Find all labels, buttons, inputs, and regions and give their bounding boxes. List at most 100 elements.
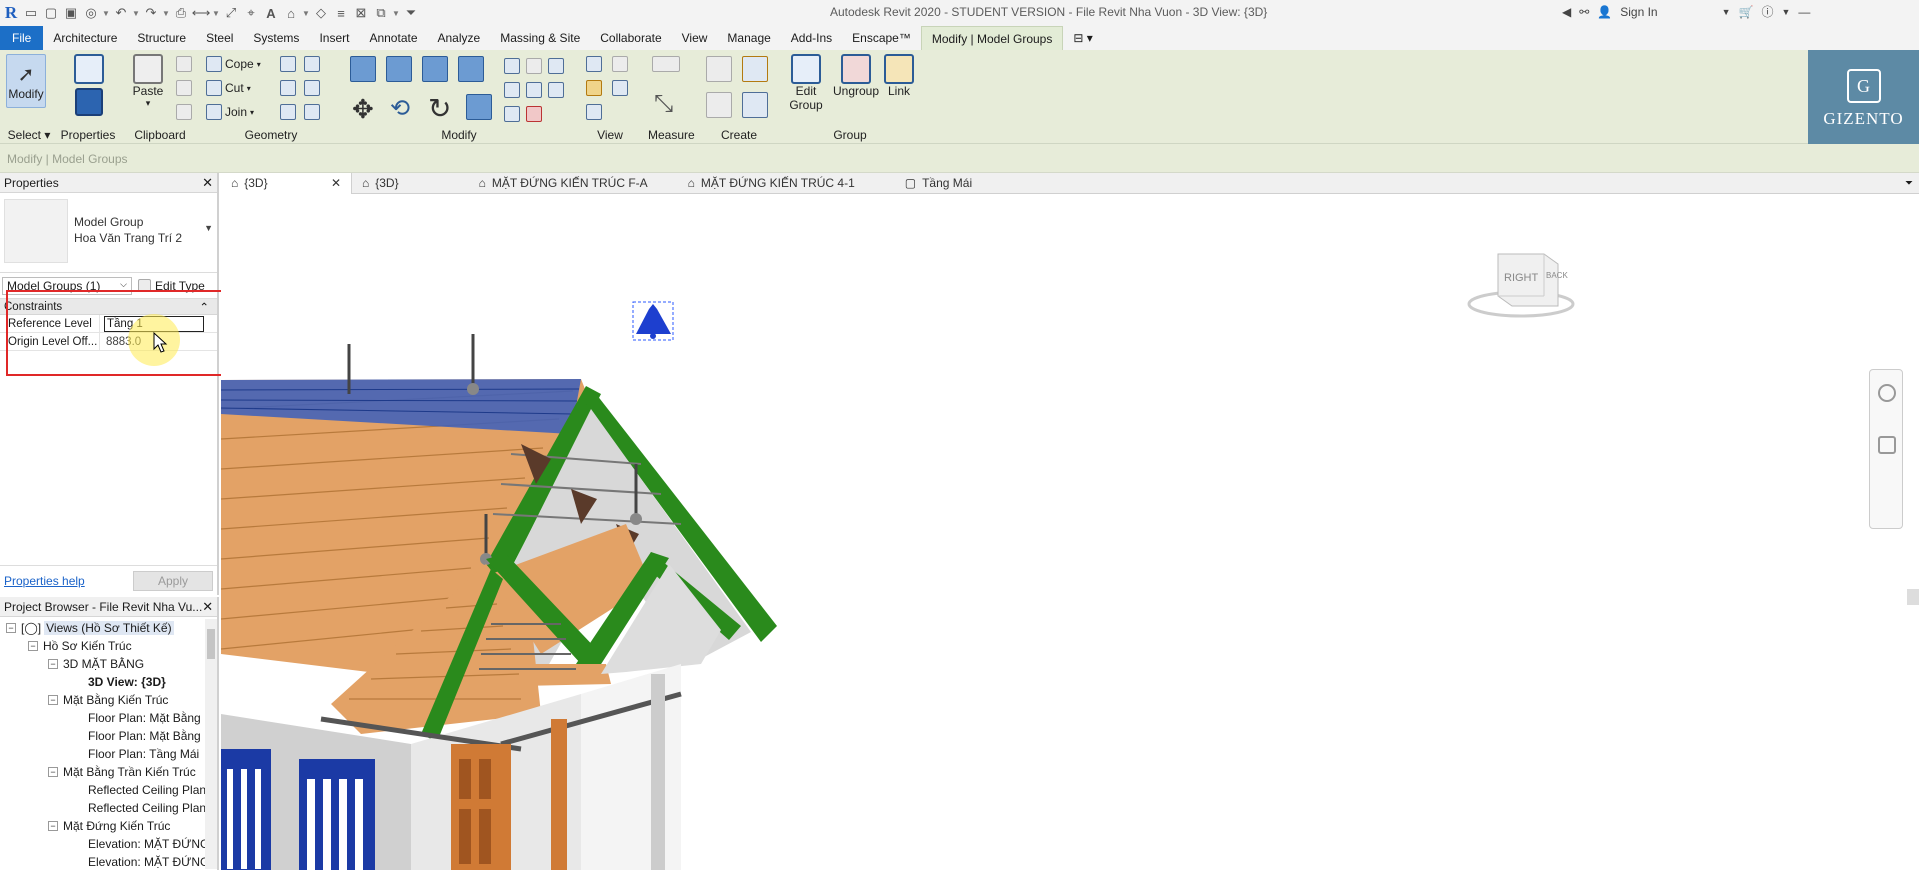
eraser-icon[interactable] bbox=[586, 104, 602, 120]
cut-geometry-button[interactable]: Cut ▾ bbox=[206, 78, 251, 98]
view-tab[interactable]: ⌂ MẶT ĐỨNG KIẾN TRÚC F-A bbox=[469, 173, 658, 194]
modify-button[interactable]: ➚ Modify bbox=[6, 54, 46, 108]
browser-node[interactable]: − Mặt Bằng Trần Kiến Trúc bbox=[0, 763, 217, 781]
browser-node[interactable]: Reflected Ceiling Plan bbox=[0, 781, 217, 799]
view-tab[interactable]: ⌂ MẶT ĐỨNG KIẾN TRÚC 4-1 bbox=[678, 173, 865, 194]
pin-icon[interactable] bbox=[526, 58, 542, 74]
trim-single-icon[interactable] bbox=[548, 58, 564, 74]
expand-toggle-icon[interactable]: − bbox=[48, 821, 58, 831]
select-dropdown[interactable]: Select ▾ bbox=[0, 128, 58, 142]
apply-button[interactable]: Apply bbox=[133, 570, 213, 591]
expand-toggle-icon[interactable]: − bbox=[48, 767, 58, 777]
close-hidden-icon[interactable]: ⊠ bbox=[352, 4, 370, 22]
create-assembly-icon[interactable] bbox=[742, 56, 768, 82]
measure-between-icon[interactable] bbox=[652, 56, 680, 72]
type-dropdown-icon[interactable]: ▼ bbox=[204, 223, 213, 233]
revit-logo-icon[interactable]: R bbox=[2, 3, 20, 23]
browser-scrollbar[interactable] bbox=[205, 619, 217, 869]
cut-icon[interactable] bbox=[176, 56, 192, 72]
undo-icon[interactable]: ↶ bbox=[112, 4, 130, 22]
ribbon-tab-annotate[interactable]: Annotate bbox=[359, 26, 427, 50]
browser-node[interactable]: Floor Plan: Mặt Bằng bbox=[0, 709, 217, 727]
create-similar-icon[interactable] bbox=[706, 92, 732, 118]
browser-node[interactable]: Elevation: MẶT ĐỨNG bbox=[0, 835, 217, 853]
close-icon[interactable]: ✕ bbox=[202, 175, 213, 191]
delete-icon[interactable] bbox=[526, 106, 542, 122]
close-tab-icon[interactable]: ✕ bbox=[331, 176, 341, 190]
search-arrow-icon[interactable]: ◀ bbox=[1562, 5, 1571, 19]
browser-node[interactable]: Floor Plan: Mặt Bằng bbox=[0, 727, 217, 745]
create-parts-icon[interactable] bbox=[706, 56, 732, 82]
match-type-icon[interactable] bbox=[176, 104, 192, 120]
array-icon[interactable] bbox=[504, 82, 520, 98]
undo-dropdown-icon[interactable]: ▼ bbox=[132, 9, 140, 18]
steering-wheel-icon[interactable] bbox=[1878, 384, 1896, 402]
tag-icon[interactable]: ⌖ bbox=[242, 4, 260, 22]
folder-icon[interactable]: ▢ bbox=[42, 4, 60, 22]
ribbon-tab-analyze[interactable]: Analyze bbox=[428, 26, 491, 50]
ribbon-tab-structure[interactable]: Structure bbox=[127, 26, 196, 50]
view-tab[interactable]: ⌂ {3D} bbox=[352, 173, 409, 194]
create-group-icon[interactable] bbox=[742, 92, 768, 118]
zoom-icon[interactable] bbox=[1878, 436, 1896, 454]
cope-button[interactable]: Cope ▾ bbox=[206, 54, 261, 74]
measure-icon[interactable]: ⟷ bbox=[192, 4, 211, 22]
section-icon[interactable]: ◇ bbox=[312, 4, 330, 22]
mirror-axis-icon[interactable] bbox=[422, 56, 448, 82]
offset-icon[interactable] bbox=[386, 56, 412, 82]
ribbon-tab-file[interactable]: File bbox=[0, 26, 44, 50]
browser-node[interactable]: − Mặt Bằng Kiến Trúc bbox=[0, 691, 217, 709]
trim-icon[interactable] bbox=[466, 94, 492, 120]
ribbon-tab-view[interactable]: View bbox=[672, 26, 718, 50]
tab-list-dropdown-icon[interactable]: ⏷ bbox=[1905, 178, 1913, 189]
browser-node[interactable]: − Hồ Sơ Kiến Trúc bbox=[0, 637, 217, 655]
viewcube[interactable]: RIGHT BACK bbox=[1466, 234, 1576, 324]
expand-toggle-icon[interactable]: − bbox=[48, 659, 58, 669]
override-graphics-icon[interactable] bbox=[612, 56, 628, 72]
demolish-icon[interactable] bbox=[304, 104, 320, 120]
scale-icon[interactable] bbox=[504, 106, 520, 122]
measure-dropdown-icon[interactable]: ▼ bbox=[212, 9, 220, 18]
edit-group-button[interactable]: Edit Group bbox=[784, 54, 828, 112]
paste-button[interactable]: Paste ▾ bbox=[132, 54, 164, 109]
user-icon[interactable]: 👤 bbox=[1597, 5, 1612, 19]
ribbon-tab-steel[interactable]: Steel bbox=[196, 26, 243, 50]
browser-node[interactable]: − [◯] Views (Hồ Sơ Thiết Kế) bbox=[0, 619, 217, 637]
rotate-icon[interactable]: ↻ bbox=[428, 92, 451, 125]
expand-toggle-icon[interactable]: − bbox=[6, 623, 16, 633]
type-selector[interactable]: Model Group Hoa Văn Trang Trí 2 ▼ bbox=[0, 193, 217, 273]
split-face-icon[interactable] bbox=[304, 56, 320, 72]
ribbon-tab-manage[interactable]: Manage bbox=[717, 26, 780, 50]
thin-lines-icon[interactable]: ≡ bbox=[332, 4, 350, 22]
browser-node[interactable]: − Mặt Đứng Kiến Trúc bbox=[0, 817, 217, 835]
split-icon[interactable] bbox=[280, 80, 296, 96]
properties-help-link[interactable]: Properties help bbox=[4, 574, 85, 588]
view-tab[interactable]: ⌂ {3D} ✕ bbox=[221, 172, 352, 194]
join-button[interactable]: Join ▾ bbox=[206, 102, 254, 122]
expand-toggle-icon[interactable]: − bbox=[28, 641, 38, 651]
offset-small-icon[interactable] bbox=[548, 82, 564, 98]
ribbon-tab-enscape[interactable]: Enscape™ bbox=[842, 26, 921, 50]
browser-node[interactable]: Floor Plan: Tầng Mái bbox=[0, 745, 217, 763]
sign-in-dropdown-icon[interactable]: ▼ bbox=[1722, 7, 1731, 17]
3d-viewport[interactable]: RIGHT BACK bbox=[221, 194, 1919, 870]
sync-icon[interactable]: ◎ bbox=[82, 4, 100, 22]
browser-node[interactable]: Reflected Ceiling Plan bbox=[0, 799, 217, 817]
dimension-icon[interactable]: ⤡ bbox=[654, 90, 673, 118]
ungroup-button[interactable]: Ungroup bbox=[830, 54, 882, 98]
help-icon[interactable]: ⓘ bbox=[1761, 3, 1773, 20]
ribbon-tab-insert[interactable]: Insert bbox=[309, 26, 359, 50]
ribbon-tab-architecture[interactable]: Architecture bbox=[43, 26, 127, 50]
viewport-scrollbar[interactable] bbox=[1907, 589, 1919, 605]
cart-icon[interactable]: 🛒 bbox=[1739, 5, 1754, 19]
hammer-icon[interactable] bbox=[280, 104, 296, 120]
ribbon-tab-add-ins[interactable]: Add-Ins bbox=[781, 26, 842, 50]
expand-toggle-icon[interactable]: − bbox=[48, 695, 58, 705]
sync-dropdown-icon[interactable]: ▼ bbox=[102, 9, 110, 18]
scrollbar-thumb[interactable] bbox=[207, 629, 215, 659]
ribbon-tab-collaborate[interactable]: Collaborate bbox=[590, 26, 671, 50]
mirror-draw-icon[interactable] bbox=[458, 56, 484, 82]
help-dropdown-icon[interactable]: ▼ bbox=[1782, 7, 1791, 17]
type-properties-button[interactable] bbox=[70, 88, 108, 122]
redo-icon[interactable]: ↷ bbox=[142, 4, 160, 22]
